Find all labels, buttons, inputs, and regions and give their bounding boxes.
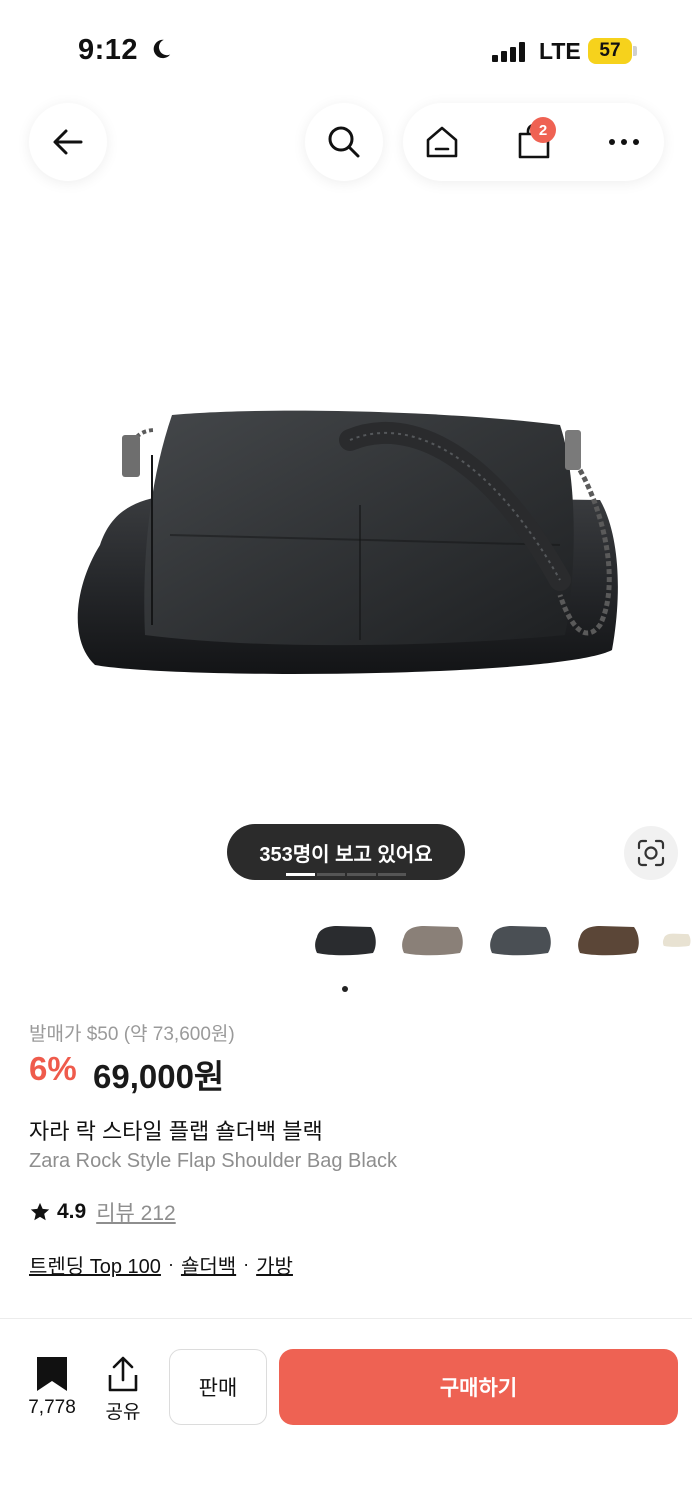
moon-icon: [153, 39, 171, 59]
bookmark-count: 7,778: [28, 1397, 76, 1418]
product-name-ko: 자라 락 스타일 플랩 숄더백 블랙: [29, 1119, 323, 1144]
tag-bag[interactable]: 가방: [256, 1250, 293, 1279]
thumbnail-brown[interactable]: [574, 915, 644, 965]
gallery-progress: [286, 873, 406, 876]
bookmark-button[interactable]: 7,778: [20, 1355, 84, 1419]
image-search-button[interactable]: [624, 826, 678, 880]
cart-count-badge: 2: [530, 117, 556, 143]
original-price: 발매가 $50 (약 73,600원): [29, 1024, 235, 1045]
share-button[interactable]: 공유: [98, 1355, 148, 1424]
bag-thumbnail-icon: [578, 926, 639, 956]
network-label: LTE: [539, 38, 581, 64]
status-time: 9:12: [78, 34, 139, 66]
bag-thumbnail-icon: [315, 926, 376, 956]
sale-price: 69,000원: [93, 1058, 225, 1095]
tag-shoulder-bag[interactable]: 숄더백: [181, 1250, 236, 1279]
tag-separator: ·: [167, 1254, 174, 1274]
search-icon: [328, 126, 360, 158]
thumbnail-denim[interactable]: [486, 915, 556, 965]
page-indicator-dot: [342, 986, 348, 992]
search-button[interactable]: [305, 103, 383, 181]
review-link[interactable]: 리뷰 212: [96, 1197, 176, 1227]
thumbnail-black[interactable]: [311, 915, 381, 965]
more-icon: [609, 139, 639, 145]
home-button[interactable]: [412, 112, 472, 172]
thumbnail-ivory[interactable]: [662, 915, 692, 965]
thumbnail-silver[interactable]: [398, 915, 468, 965]
bag-thumbnail-icon: [490, 926, 551, 956]
lens-scan-icon: [637, 839, 665, 867]
star-icon: [30, 1202, 50, 1221]
share-label: 공유: [105, 1402, 141, 1423]
viewers-badge: 353명이 보고 있어요: [227, 824, 465, 880]
tag-trending[interactable]: 트렌딩 Top 100: [29, 1250, 161, 1279]
battery-icon: 57: [588, 38, 632, 64]
rating-row: 4.9 리뷰 212: [29, 1197, 176, 1227]
home-icon: [426, 126, 458, 158]
sell-button[interactable]: 판매: [169, 1349, 267, 1425]
divider: [0, 1318, 692, 1319]
bag-thumbnail-icon: [402, 926, 463, 956]
bookmark-icon: [37, 1357, 67, 1391]
tag-separator: ·: [243, 1254, 250, 1274]
arrow-left-icon: [53, 129, 83, 155]
more-button[interactable]: [594, 112, 654, 172]
buy-button[interactable]: 구매하기: [279, 1349, 678, 1425]
category-tags: 트렌딩 Top 100 · 숄더백 · 가방: [29, 1250, 293, 1279]
discount-rate: 6%: [29, 1050, 77, 1087]
bag-thumbnail-icon: [662, 933, 691, 947]
product-image[interactable]: [60, 395, 640, 695]
rating-value: 4.9: [57, 1200, 87, 1223]
battery-tip: [633, 46, 637, 56]
nav-pill: 2: [403, 103, 664, 181]
share-icon: [108, 1356, 138, 1392]
signal-icon: [492, 40, 528, 62]
back-button[interactable]: [29, 103, 107, 181]
product-name-en: Zara Rock Style Flap Shoulder Bag Black: [29, 1150, 397, 1172]
